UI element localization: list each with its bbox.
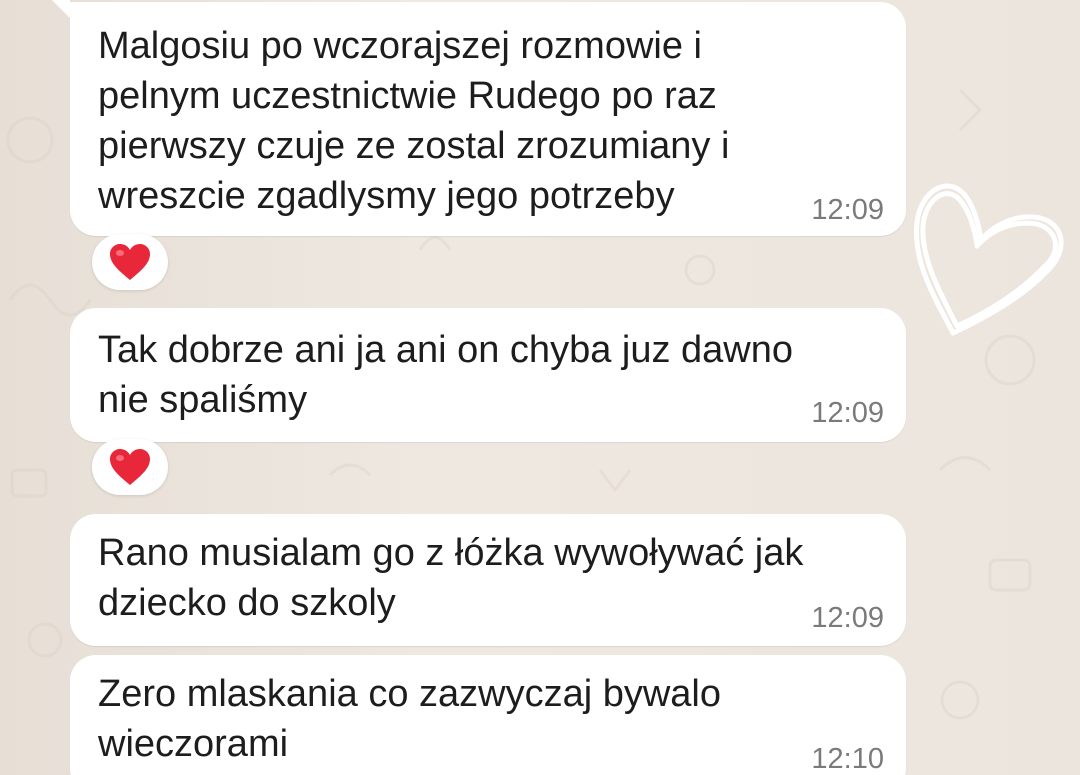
message-timestamp: 12:09 <box>811 602 884 634</box>
message-bubble[interactable]: Zero mlaskania co zazwyczaj bywalo wiecz… <box>70 655 906 775</box>
message-text: Zero mlaskania co zazwyczaj bywalo wiecz… <box>98 673 722 765</box>
message-timestamp: 12:09 <box>811 397 884 429</box>
bubble-tail <box>52 0 70 18</box>
reaction-badge[interactable] <box>92 439 168 495</box>
red-heart-icon <box>110 244 150 280</box>
message-timestamp: 12:09 <box>811 194 884 226</box>
message-timestamp: 12:10 <box>811 743 884 775</box>
red-heart-icon <box>110 449 150 485</box>
message-bubble[interactable]: Tak dobrze ani ja ani on chyba juz dawno… <box>70 308 906 442</box>
message-bubble[interactable]: Malgosiu po wczorajszej rozmowie i pelny… <box>70 2 906 236</box>
message-bubble[interactable]: Rano musialam go z łóżka wywoływać jak d… <box>70 514 906 646</box>
message-text: Tak dobrze ani ja ani on chyba juz dawno… <box>98 329 794 421</box>
outline-heart-icon <box>914 183 1064 336</box>
message-text: Malgosiu po wczorajszej rozmowie i pelny… <box>98 25 730 217</box>
message-text: Rano musialam go z łóżka wywoływać jak d… <box>98 532 804 624</box>
reaction-badge[interactable] <box>92 234 168 290</box>
chat-area[interactable]: Malgosiu po wczorajszej rozmowie i pelny… <box>0 0 1080 775</box>
